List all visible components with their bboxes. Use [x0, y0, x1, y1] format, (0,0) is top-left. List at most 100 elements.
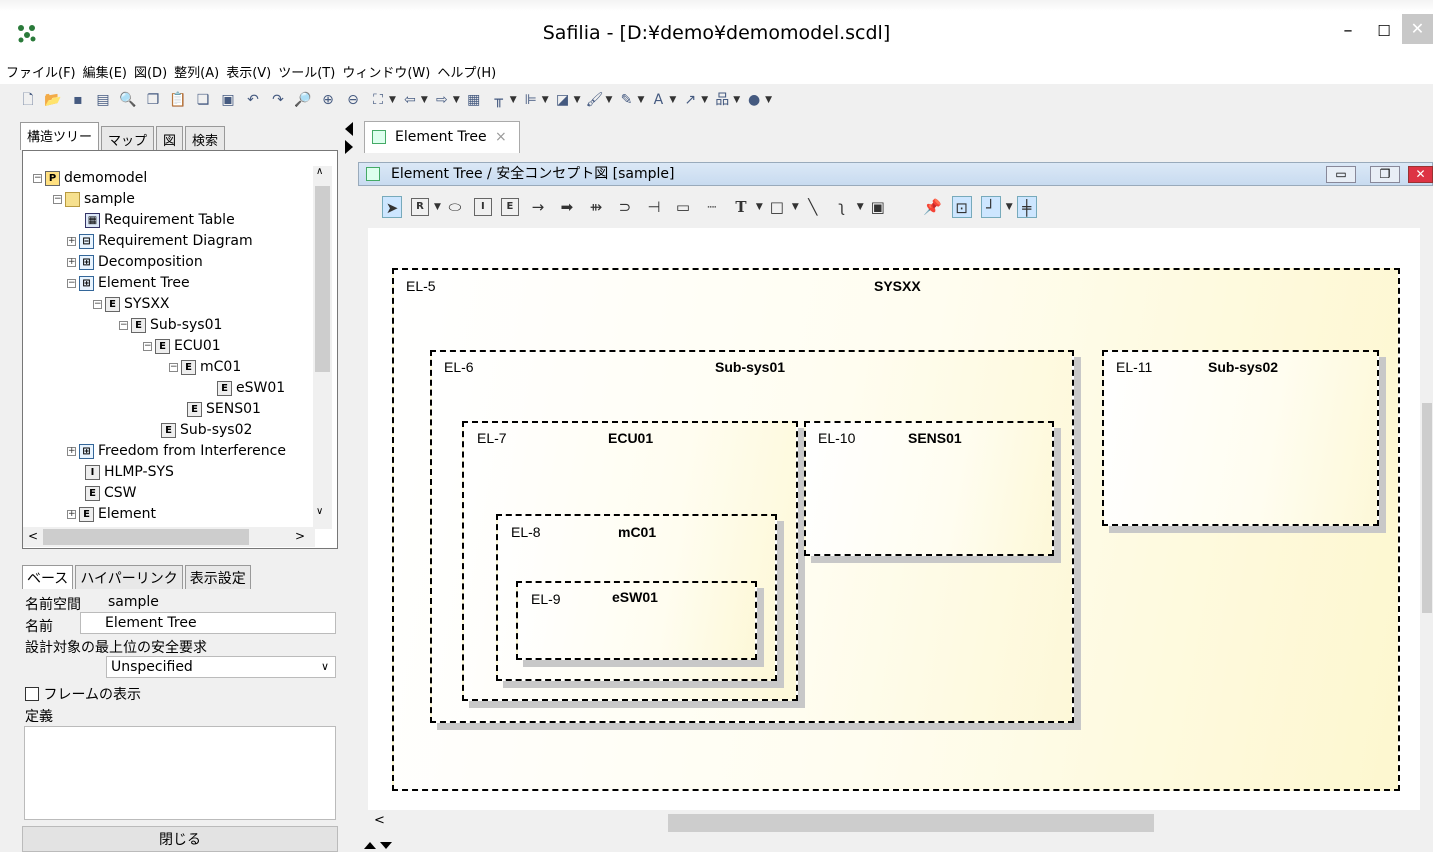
- tree-item-ecu01[interactable]: − E ECU01: [143, 336, 221, 357]
- copy-format-icon[interactable]: ❏: [193, 90, 213, 110]
- tree-item-requirement-table[interactable]: ▦ Requirement Table: [85, 210, 235, 231]
- blocked-arrow-tool-icon[interactable]: ⇻: [586, 196, 606, 218]
- chevron-down-icon[interactable]: ▼: [542, 95, 549, 105]
- forward-icon[interactable]: ⇨: [432, 90, 452, 110]
- expand-icon[interactable]: +: [67, 509, 76, 519]
- grid-icon[interactable]: ▦: [464, 90, 484, 110]
- note-tool-icon[interactable]: ▭: [673, 196, 693, 218]
- chevron-down-icon[interactable]: ▼: [421, 95, 428, 105]
- diagram-horizontal-scroll-thumb[interactable]: [668, 814, 1154, 832]
- align-left-icon[interactable]: ⊫: [521, 90, 541, 110]
- menu-window[interactable]: ウィンドウ(W): [342, 62, 430, 81]
- expand-icon[interactable]: +: [67, 257, 76, 267]
- tree-item-mc01[interactable]: − EmC01: [169, 357, 241, 378]
- tree-item-esw01[interactable]: EeSW01: [217, 378, 285, 399]
- chevron-down-icon[interactable]: ▼: [389, 95, 396, 105]
- show-frame-checkbox[interactable]: フレームの表示: [25, 684, 141, 704]
- document-tab[interactable]: Element Tree ×: [364, 121, 520, 153]
- chevron-down-icon[interactable]: ▼: [765, 95, 772, 105]
- diagram-vertical-scroll-thumb[interactable]: [1422, 403, 1432, 613]
- text-tool-icon[interactable]: T: [731, 196, 751, 218]
- paste-icon[interactable]: 📋: [168, 90, 188, 110]
- select-pointer-icon[interactable]: ➤: [382, 196, 402, 218]
- collapse-icon[interactable]: −: [143, 341, 152, 351]
- chevron-down-icon[interactable]: ▼: [857, 202, 864, 212]
- new-file-icon[interactable]: 🗋: [18, 90, 38, 110]
- collapse-icon[interactable]: −: [67, 278, 76, 288]
- chevron-down-icon[interactable]: ▼: [637, 95, 644, 105]
- maximize-button[interactable]: ☐: [1366, 18, 1402, 46]
- checkbox-icon[interactable]: [25, 687, 39, 701]
- pin-icon[interactable]: 📌: [923, 196, 943, 218]
- scroll-up-icon[interactable]: ∧: [316, 166, 323, 177]
- diagram-canvas[interactable]: EL-5 SYSXX EL-6 Sub-sys01 EL-11 Sub-sys0…: [368, 228, 1424, 810]
- line-style-icon[interactable]: ↗: [680, 90, 700, 110]
- back-icon[interactable]: ⇦: [400, 90, 420, 110]
- tree-item-demomodel[interactable]: − Pdemomodel: [33, 168, 147, 189]
- element-tool-icon[interactable]: E: [500, 198, 519, 216]
- link-tool-icon[interactable]: ⊃: [615, 196, 635, 218]
- requirement-tool-icon[interactable]: R: [411, 198, 429, 216]
- chevron-down-icon[interactable]: ▼: [733, 95, 740, 105]
- expand-icon[interactable]: +: [67, 236, 76, 246]
- tab-structure-tree[interactable]: 構造ツリー: [20, 122, 100, 150]
- curve-tool-icon[interactable]: ʅ: [832, 196, 852, 218]
- image-tool-icon[interactable]: ▣: [868, 196, 888, 218]
- tree-horizontal-scroll-thumb[interactable]: [43, 529, 249, 545]
- chevron-down-icon[interactable]: ▼: [453, 95, 460, 105]
- tree-item-sample[interactable]: − sample: [53, 189, 135, 210]
- tree-item-sens01[interactable]: E SENS01: [187, 399, 261, 420]
- definition-textarea[interactable]: [24, 726, 336, 820]
- tree-item-csw[interactable]: E CSW: [85, 483, 137, 504]
- collapse-icon[interactable]: −: [119, 320, 128, 330]
- safety-requirement-select[interactable]: Unspecified ∨: [106, 656, 336, 678]
- snap-icon[interactable]: ⊡: [951, 196, 972, 218]
- inner-restore-button[interactable]: ❐: [1370, 166, 1400, 183]
- zoom-in-icon[interactable]: ⊕: [318, 90, 338, 110]
- menu-view[interactable]: 表示(V): [226, 62, 271, 81]
- tree-horizontal-scrollbar[interactable]: < >: [23, 527, 315, 547]
- dotted-line-tool-icon[interactable]: ┈: [702, 196, 722, 218]
- expand-icon[interactable]: +: [67, 446, 76, 456]
- scroll-left-icon[interactable]: <: [28, 529, 38, 543]
- tree-item-hlmp-sys[interactable]: I HLMP-SYS: [85, 462, 174, 483]
- chevron-down-icon[interactable]: ▼: [701, 95, 708, 105]
- name-field[interactable]: Element Tree: [80, 612, 336, 634]
- collapse-icon[interactable]: −: [33, 173, 42, 183]
- tab-hyperlink[interactable]: ハイパーリンク: [75, 565, 183, 589]
- inner-close-button[interactable]: ✕: [1408, 166, 1433, 183]
- redo-icon[interactable]: ↷: [268, 90, 288, 110]
- copy-icon[interactable]: ❐: [143, 90, 163, 110]
- menu-file[interactable]: ファイル(F): [6, 62, 76, 81]
- tree-layout-icon[interactable]: 品: [712, 90, 732, 110]
- tab-base[interactable]: ベース: [22, 565, 74, 589]
- splitter-arrows-icon[interactable]: [343, 120, 355, 156]
- scroll-left-icon[interactable]: <: [374, 813, 385, 828]
- fill-color-icon[interactable]: 🖌: [585, 90, 605, 110]
- print-icon[interactable]: ▤: [93, 90, 113, 110]
- tab-search[interactable]: 検索: [185, 126, 226, 150]
- ellipse-tool-icon[interactable]: ⬭: [445, 196, 465, 218]
- tree-item-sub-sys02[interactable]: E Sub-sys02: [161, 420, 252, 441]
- arrow-tool-icon[interactable]: →: [528, 196, 548, 218]
- chevron-down-icon[interactable]: ▼: [669, 95, 676, 105]
- menu-diagram[interactable]: 図(D): [134, 62, 167, 81]
- bold-arrow-tool-icon[interactable]: ➡: [557, 196, 577, 218]
- tree-vertical-scroll-thumb[interactable]: [315, 186, 330, 372]
- tree-item-decomposition[interactable]: + ⊞ Decomposition: [67, 252, 203, 273]
- terminator-tool-icon[interactable]: ⊣: [644, 196, 664, 218]
- line-tool-icon[interactable]: ╲: [803, 196, 823, 218]
- chevron-down-icon[interactable]: ▼: [1006, 202, 1013, 212]
- paste-format-icon[interactable]: ▣: [218, 90, 238, 110]
- open-file-icon[interactable]: 📂: [43, 90, 63, 110]
- chevron-down-icon[interactable]: ▼: [574, 95, 581, 105]
- tree-vertical-scrollbar[interactable]: ∧ ∨: [313, 166, 332, 529]
- pan-arrows-icon[interactable]: [362, 840, 394, 850]
- chevron-down-icon[interactable]: ▼: [510, 95, 517, 105]
- inner-minimize-button[interactable]: ▭: [1326, 166, 1356, 183]
- menu-align[interactable]: 整列(A): [174, 62, 219, 81]
- font-color-icon[interactable]: A: [648, 90, 668, 110]
- tree-item-sysxx[interactable]: − E SYSXX: [93, 294, 170, 315]
- scroll-down-icon[interactable]: ∨: [316, 506, 323, 517]
- chevron-down-icon[interactable]: ▼: [792, 202, 799, 212]
